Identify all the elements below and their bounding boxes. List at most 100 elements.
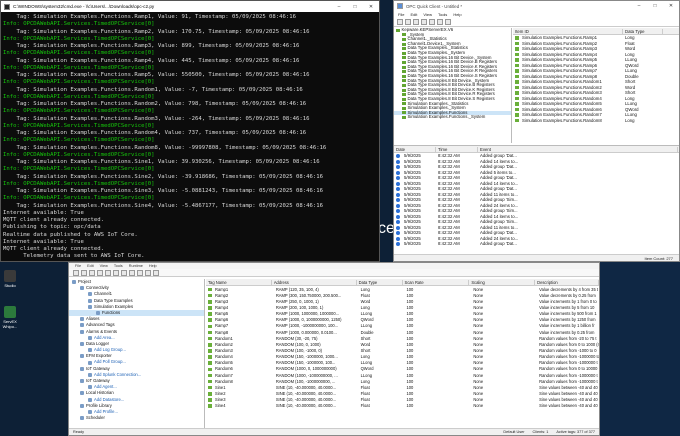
tag-row[interactable]: Sine1 SINE (10, -40.000000, 40.0000... Flo… — [206, 384, 599, 390]
delete-icon[interactable] — [145, 269, 151, 276]
item-row[interactable]: Simulation Examples.Functions.Ramp6 QWord — [513, 63, 679, 69]
tag-row[interactable]: Ramp7 RAMP (1000, -1000000000, 100... LLon… — [206, 323, 599, 329]
event-row[interactable]: 5/9/2025 8:42:32 AM Added 24 items to... — [394, 203, 679, 209]
tag-row[interactable]: Sine2 SINE (10, -40.000000, 40.0000... Flo… — [206, 390, 599, 396]
column-scan-rate[interactable]: Scan Rate — [403, 279, 470, 285]
new-channel-icon[interactable] — [97, 269, 103, 276]
item-row[interactable]: Simulation Examples.Functions.Ramp7 LLong — [513, 68, 679, 74]
tag-row[interactable]: Random5 RANDOM (150, -1000000, 100... LLon… — [206, 360, 599, 366]
event-row[interactable]: 5/9/2025 8:42:32 AM Added group 'Dat... — [394, 175, 679, 181]
event-row[interactable]: 5/9/2025 8:42:32 AM Added group 'Dat... — [394, 186, 679, 192]
item-row[interactable]: Simulation Examples.Functions.Random7 LLo… — [513, 112, 679, 118]
menu-edit[interactable]: Edit — [87, 264, 94, 268]
menu-view[interactable]: View — [423, 12, 432, 17]
copy-icon[interactable] — [129, 269, 135, 276]
minimize-button[interactable]: – — [331, 1, 347, 12]
column-tag-name[interactable]: Tag Name — [206, 279, 272, 285]
column-event[interactable]: Event — [478, 146, 678, 152]
event-row[interactable]: 5/9/2025 8:42:32 AM Added group 'Dat... — [394, 241, 679, 247]
menu-edit[interactable]: Edit — [410, 12, 417, 17]
console-titlebar[interactable]: C:\WINDOWS\system32\cmd.exe - \\c\Users\… — [1, 1, 379, 12]
save-icon[interactable] — [413, 19, 419, 25]
event-row[interactable]: 5/9/2025 8:42:32 AM Added 14 items to... — [394, 214, 679, 220]
event-row[interactable]: 5/9/2025 8:42:32 AM Added group 'Dat... — [394, 230, 679, 236]
tag-row[interactable]: Random4 RANDOM (150, -1000000, 1000... Lon… — [206, 354, 599, 360]
new-group-icon[interactable] — [429, 19, 435, 25]
item-row[interactable]: Simulation Examples.Functions.Random2 Wor… — [513, 85, 679, 91]
tag-grid[interactable]: Tag Name Address Data Type Scan Rate Sca… — [206, 279, 599, 428]
column-address[interactable]: Address — [272, 279, 357, 285]
open-icon[interactable] — [405, 19, 411, 25]
menu-help[interactable]: Help — [453, 12, 461, 17]
event-row[interactable]: 5/9/2025 8:42:32 AM Added group 'Sim... — [394, 219, 679, 225]
new-project-icon[interactable] — [73, 269, 79, 276]
event-row[interactable]: 5/9/2025 8:42:32 AM Added 14 items to... — [394, 159, 679, 165]
project-tree[interactable]: Project Connectivity Channel1 Data Type Exa… — [69, 279, 205, 428]
event-row[interactable]: 5/9/2025 8:42:32 AM Added group 'Dat... — [394, 164, 679, 170]
tag-row[interactable]: Ramp3 RAMP (250, 0, 1000, 1) Word 100 None Va… — [206, 298, 599, 304]
item-row[interactable]: Simulation Examples.Functions.Random4 Lon… — [513, 96, 679, 102]
event-row[interactable]: 5/9/2025 8:42:32 AM Added 14 items to... — [394, 181, 679, 187]
item-row[interactable]: Simulation Examples.Functions.Ramp2 Float — [513, 41, 679, 47]
event-row[interactable]: 5/9/2025 8:42:32 AM Added 24 items to... — [394, 236, 679, 242]
save-project-icon[interactable] — [89, 269, 95, 276]
new-device-icon[interactable] — [105, 269, 111, 276]
event-row[interactable]: 5/9/2025 8:42:32 AM Added group 'Sim... — [394, 208, 679, 214]
console-window[interactable]: C:\WINDOWS\system32\cmd.exe - \\c\Users\… — [0, 0, 380, 262]
desktop-icon-kepserver[interactable]: ServEX Whipo... — [0, 306, 20, 329]
column-time[interactable]: Time — [436, 146, 478, 152]
event-row[interactable]: 5/9/2025 8:42:32 AM Added group 'Dat... — [394, 153, 679, 159]
quick-client-titlebar[interactable]: OPC Quick Client - Untitled * – □ ✕ — [394, 1, 679, 11]
column-scaling[interactable]: Scaling — [469, 279, 536, 285]
console-output[interactable]: Tag: Simulation Examples.Functions.Ramp1… — [1, 12, 379, 261]
tag-row[interactable]: Random7 RANDOM (1000, -1000000000, ... LLo… — [206, 372, 599, 378]
desktop-icon-studio[interactable]: Studio — [0, 270, 20, 288]
event-row[interactable]: 5/9/2025 8:42:32 AM Added group 'Sim... — [394, 197, 679, 203]
tag-row[interactable]: Random2 RANDOM (100, 0, 1000) Word 100 None R… — [206, 341, 599, 347]
tag-row[interactable]: Ramp8 RAMP (1000, 0.000000, 0.0100... Doub… — [206, 329, 599, 335]
menu-tools[interactable]: Tools — [438, 12, 447, 17]
new-tag-icon[interactable] — [113, 269, 119, 276]
new-item-icon[interactable] — [437, 19, 443, 25]
quick-client-item-list[interactable]: Item ID Data Type Simulation Examples.Fu… — [513, 28, 679, 143]
quick-client-event-log[interactable]: Date Time Event 5/9/2025 8:42:32 AM Added … — [394, 145, 679, 255]
tag-row[interactable]: Ramp4 RAMP (200, 100, 1000, 1) Long 100 None… — [206, 304, 599, 310]
tag-row[interactable]: Random6 RANDOM (1000, 0, 1000000000) QWord… — [206, 366, 599, 372]
tree-node[interactable]: Simulation Examples.Functions._System — [394, 115, 511, 120]
tag-row[interactable]: Random3 RANDOM (100, -1000, 0) Short 100 Non… — [206, 347, 599, 353]
quick-client-group-tree[interactable]: Kepware.KEPServerEX.V6 _System Channel1._S… — [394, 28, 512, 143]
new-icon[interactable] — [397, 19, 403, 25]
item-row[interactable]: Simulation Examples.Functions.Random8 Lon… — [513, 118, 679, 124]
maximize-button[interactable]: □ — [647, 1, 663, 11]
event-row[interactable]: 5/9/2025 8:42:32 AM Added 11 items to... — [394, 225, 679, 231]
delete-icon[interactable] — [445, 19, 451, 25]
server-configuration-window[interactable]: File Edit View Tools Runtime Help Projec… — [68, 262, 600, 436]
open-project-icon[interactable] — [81, 269, 87, 276]
event-row[interactable]: 5/9/2025 8:42:32 AM Added 11 items to... — [394, 192, 679, 198]
column-description[interactable]: Description — [535, 279, 599, 285]
tag-row[interactable]: Random1 RANDOM (30, -20, 75) Short 100 None R… — [206, 335, 599, 341]
tag-row[interactable]: Ramp6 RAMP (1000, 0, 1000000000, 1250) QWo… — [206, 317, 599, 323]
item-row[interactable]: Simulation Examples.Functions.Random6 QWo… — [513, 107, 679, 113]
tag-row[interactable]: Ramp5 RAMP (1000, 1000000, 1000000... LLon… — [206, 311, 599, 317]
menu-file[interactable]: File — [75, 264, 81, 268]
item-row[interactable]: Simulation Examples.Functions.Ramp3 Word — [513, 46, 679, 52]
event-row[interactable]: 5/9/2025 8:42:32 AM Added 5 items to... — [394, 170, 679, 176]
column-date[interactable]: Date — [394, 146, 436, 152]
item-row[interactable]: Simulation Examples.Functions.Random5 LLo… — [513, 101, 679, 107]
menu-tools[interactable]: Tools — [114, 264, 123, 268]
maximize-button[interactable]: □ — [347, 1, 363, 12]
item-row[interactable]: Simulation Examples.Functions.Ramp5 LLong — [513, 57, 679, 63]
tag-row[interactable]: Sine4 SINE (10, -40.000000, 40.0000... Flo… — [206, 403, 599, 409]
quick-client-icon[interactable] — [153, 269, 159, 276]
close-button[interactable]: ✕ — [663, 1, 679, 11]
new-server-icon[interactable] — [421, 19, 427, 25]
tag-row[interactable]: Random8 RANDOM (100, -1000000000, ... Long… — [206, 378, 599, 384]
project-tree-node[interactable]: Scheduler — [69, 415, 204, 421]
tag-row[interactable]: Ramp1 RAMP (120, 35, 100, 4) Long 100 None Va… — [206, 286, 599, 292]
item-row[interactable]: Simulation Examples.Functions.Random1 Sho… — [513, 79, 679, 85]
minimize-button[interactable]: – — [631, 1, 647, 11]
close-button[interactable]: ✕ — [363, 1, 379, 12]
item-row[interactable]: Simulation Examples.Functions.Ramp4 Long — [513, 52, 679, 58]
tag-row[interactable]: Ramp2 RAMP (300, 150.750000, 200.500... Fl… — [206, 292, 599, 298]
